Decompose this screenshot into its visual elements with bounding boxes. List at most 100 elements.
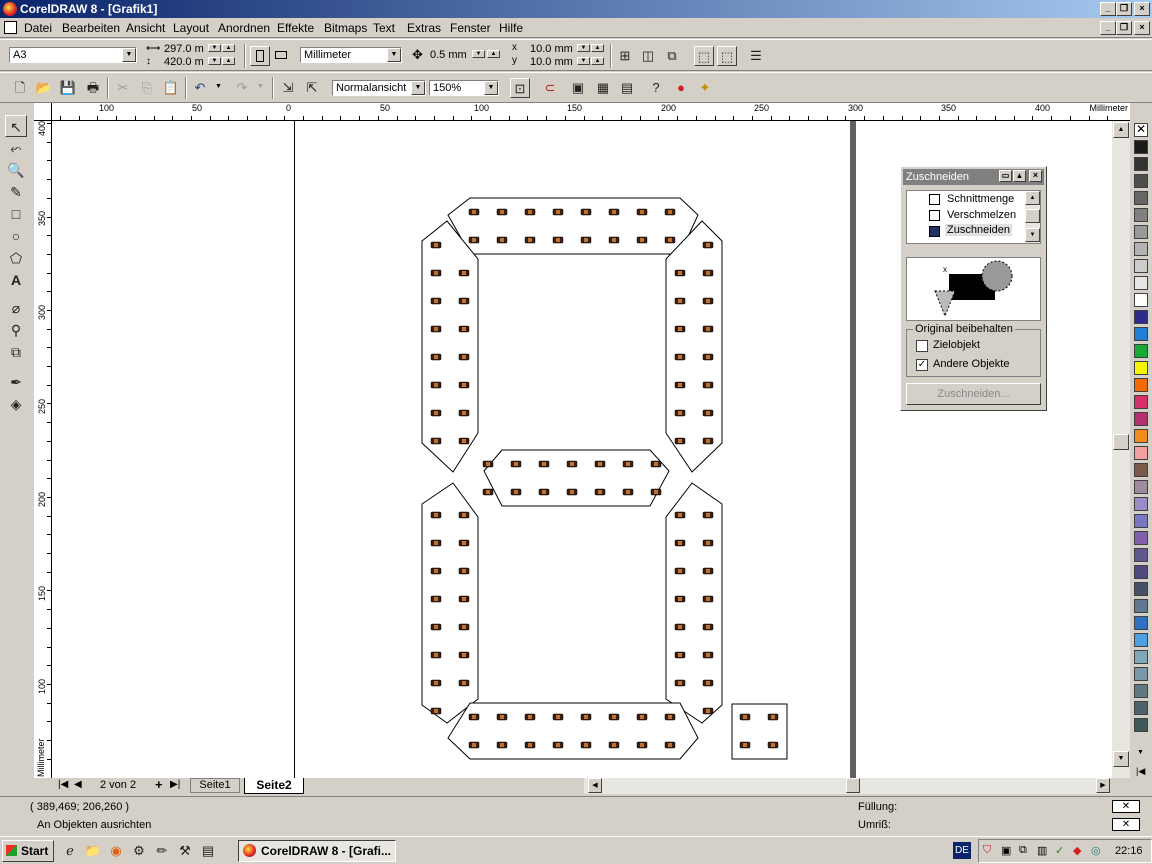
- paste-icon[interactable]: 📋: [161, 78, 181, 98]
- coreldraw-app-icon[interactable]: [3, 2, 17, 16]
- options-list-icon[interactable]: ☰: [746, 46, 766, 66]
- menu-text[interactable]: Text: [373, 21, 395, 35]
- nudge-value[interactable]: 0.5 mm: [430, 49, 467, 61]
- color-swatch[interactable]: [1134, 395, 1148, 409]
- zuschneiden-apply-button[interactable]: Zuschneiden...: [906, 383, 1041, 405]
- snap-magnet-icon[interactable]: ⊂: [540, 78, 560, 98]
- color-swatch[interactable]: [1134, 684, 1148, 698]
- docker-minimize-button[interactable]: ▭: [999, 170, 1012, 182]
- redo-icon[interactable]: ↷: [232, 78, 252, 98]
- color-swatch[interactable]: [1134, 616, 1148, 630]
- color-swatch[interactable]: [1134, 429, 1148, 443]
- zoom-select[interactable]: 150% ▼: [429, 80, 499, 96]
- eyedropper-tool-icon[interactable]: ⌀: [5, 297, 27, 319]
- select-pointer-icon[interactable]: ⬚: [717, 46, 737, 66]
- color-swatch[interactable]: [1134, 378, 1148, 392]
- color-swatch[interactable]: [1134, 446, 1148, 460]
- first-page-icon[interactable]: |◀: [58, 779, 68, 790]
- dup-y-value[interactable]: 10.0 mm: [530, 56, 573, 68]
- whats-this-icon[interactable]: ?: [646, 78, 666, 98]
- list-scrollbar[interactable]: ▲ ▼: [1025, 191, 1040, 243]
- vertical-scrollbar[interactable]: ▲ ▼: [1112, 121, 1130, 778]
- no-color-swatch[interactable]: ✕: [1134, 123, 1148, 137]
- horizontal-ruler[interactable]: Millimeter 100 50 0 50 100 150 200 250 300 350 400: [52, 103, 1130, 121]
- pick-tool-icon[interactable]: ↖: [5, 115, 27, 137]
- zoom-fit-icon[interactable]: ⊡: [510, 78, 530, 98]
- list-item-zuschneiden[interactable]: Zuschneiden: [945, 224, 1012, 236]
- dup-y-spin-down[interactable]: ▼: [577, 57, 590, 65]
- folder-quicklaunch-icon[interactable]: 📁: [83, 841, 103, 861]
- cut-icon[interactable]: ✂: [113, 78, 133, 98]
- fill-swatch[interactable]: ✕: [1112, 800, 1140, 813]
- zoom-tool-icon[interactable]: 🔍: [5, 159, 27, 181]
- color-swatch[interactable]: [1134, 157, 1148, 171]
- outline-swatch[interactable]: ✕: [1112, 818, 1140, 831]
- doc-minimize-button[interactable]: _: [1100, 21, 1116, 35]
- rectangle-tool-icon[interactable]: □: [5, 203, 27, 225]
- doc-restore-button[interactable]: ❐: [1116, 21, 1132, 35]
- units-select[interactable]: Millimeter ▼: [300, 47, 402, 63]
- andere-objekte-checkbox[interactable]: ✓: [916, 359, 928, 371]
- copy-icon[interactable]: ⎘: [137, 78, 157, 98]
- freehand-tool-icon[interactable]: ✎: [5, 181, 27, 203]
- color-swatch[interactable]: [1134, 582, 1148, 596]
- tab-seite2[interactable]: Seite2: [244, 778, 304, 794]
- corel-tutor-icon[interactable]: ▦: [593, 78, 613, 98]
- nudge-spin-up[interactable]: ▲: [487, 50, 500, 58]
- document-icon[interactable]: [4, 21, 17, 34]
- portrait-button[interactable]: [250, 46, 270, 66]
- prev-page-icon[interactable]: ◀: [74, 779, 82, 790]
- language-indicator[interactable]: DE: [953, 842, 971, 859]
- page-width-value[interactable]: 297.0 m: [164, 43, 204, 55]
- color-swatch[interactable]: [1134, 701, 1148, 715]
- interactive-fill-icon[interactable]: ⚲: [5, 319, 27, 341]
- color-swatch[interactable]: [1134, 463, 1148, 477]
- color-swatch[interactable]: [1134, 667, 1148, 681]
- page-height-value[interactable]: 420.0 m: [164, 56, 204, 68]
- color-swatch[interactable]: [1134, 565, 1148, 579]
- color-swatch[interactable]: [1134, 327, 1148, 341]
- dup-x-spin-down[interactable]: ▼: [577, 44, 590, 52]
- color-swatch[interactable]: [1134, 310, 1148, 324]
- close-button[interactable]: ×: [1134, 2, 1150, 16]
- horizontal-scrollbar[interactable]: ◀ ▶: [584, 778, 1110, 794]
- color-swatch[interactable]: [1134, 225, 1148, 239]
- color-swatch[interactable]: [1134, 412, 1148, 426]
- menu-layout[interactable]: Layout: [173, 21, 209, 35]
- color-swatch[interactable]: [1134, 259, 1148, 273]
- color-swatch[interactable]: [1134, 497, 1148, 511]
- polygon-tool-icon[interactable]: ⬠: [5, 247, 27, 269]
- scroll-left-button[interactable]: ◀: [588, 778, 602, 793]
- nudge-spin-down[interactable]: ▼: [472, 50, 485, 58]
- color-swatch[interactable]: [1134, 633, 1148, 647]
- new-file-icon[interactable]: 🗋: [10, 78, 30, 98]
- ruler-origin[interactable]: [34, 103, 52, 121]
- hscroll-thumb[interactable]: [846, 778, 860, 793]
- doc-quicklaunch-icon[interactable]: ▤: [198, 841, 218, 861]
- color-swatch[interactable]: [1134, 548, 1148, 562]
- landscape-button[interactable]: [272, 46, 292, 66]
- color-swatch[interactable]: [1134, 531, 1148, 545]
- taskbar-coreldraw-task[interactable]: CorelDRAW 8 - [Grafi...: [238, 840, 396, 862]
- undo-dropdown-icon[interactable]: ▼: [215, 83, 222, 90]
- blend-tool-icon[interactable]: ⧉: [5, 341, 27, 363]
- pencil-quicklaunch-icon[interactable]: ✏: [152, 841, 172, 861]
- dup-x-value[interactable]: 10.0 mm: [530, 43, 573, 55]
- menu-extras[interactable]: Extras: [407, 21, 441, 35]
- color-swatch[interactable]: [1134, 361, 1148, 375]
- add-page-icon[interactable]: +: [155, 777, 163, 792]
- scroll-thumb[interactable]: [1113, 434, 1129, 450]
- doc-close-button[interactable]: ×: [1134, 21, 1150, 35]
- text-tool-icon[interactable]: A: [5, 269, 27, 291]
- palette-expand-icon[interactable]: |◀: [1136, 766, 1145, 777]
- tab-seite1[interactable]: Seite1: [190, 778, 240, 793]
- print-icon[interactable]: 🖶: [83, 78, 103, 98]
- app-launcher-icon[interactable]: ▣: [568, 78, 588, 98]
- color-swatch[interactable]: [1134, 191, 1148, 205]
- height-spin-up[interactable]: ▲: [222, 57, 235, 65]
- scroll-right-button[interactable]: ▶: [1096, 778, 1110, 793]
- ie-quicklaunch-icon[interactable]: ℯ: [60, 841, 80, 861]
- minimize-button[interactable]: _: [1100, 2, 1116, 16]
- width-spin-up[interactable]: ▲: [222, 44, 235, 52]
- dup-x-spin-up[interactable]: ▲: [591, 44, 604, 52]
